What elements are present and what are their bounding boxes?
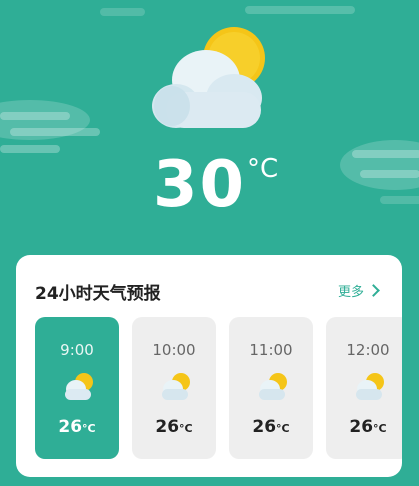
partly-cloudy-icon [152,27,265,128]
forecast-title: 24小时天气预报 [35,284,161,304]
more-label: 更多 [337,285,364,300]
chevron-right-icon [367,284,380,297]
hour-item-9[interactable]: 9:00 26°C [35,317,119,459]
temperature-unit: °C [247,154,279,184]
hour-temp: 26°C [58,417,96,437]
hour-time: 10:00 [152,341,196,359]
hour-temp: 26°C [252,417,290,437]
hour-item-12[interactable]: 12:00 26°C [326,317,402,459]
hour-item-10[interactable]: 10:00 26°C [132,317,216,459]
partly-cloudy-icon [162,373,190,400]
partly-cloudy-icon [356,373,384,400]
temperature-value: 30 [153,148,247,222]
current-temperature: 30 °C [153,146,278,226]
more-link[interactable]: 更多 [337,281,380,300]
hour-temp: 26°C [349,417,387,437]
hourly-forecast-card: 24小时天气预报 更多 9:00 26°C 10:00 26°C 11:00 2… [16,255,402,477]
partly-cloudy-icon [259,373,287,400]
hour-time: 12:00 [346,341,390,359]
hour-temp: 26°C [155,417,193,437]
hour-item-11[interactable]: 11:00 26°C [229,317,313,459]
hour-time: 11:00 [249,341,293,359]
hour-time: 9:00 [60,341,94,359]
partly-cloudy-icon [65,373,93,400]
